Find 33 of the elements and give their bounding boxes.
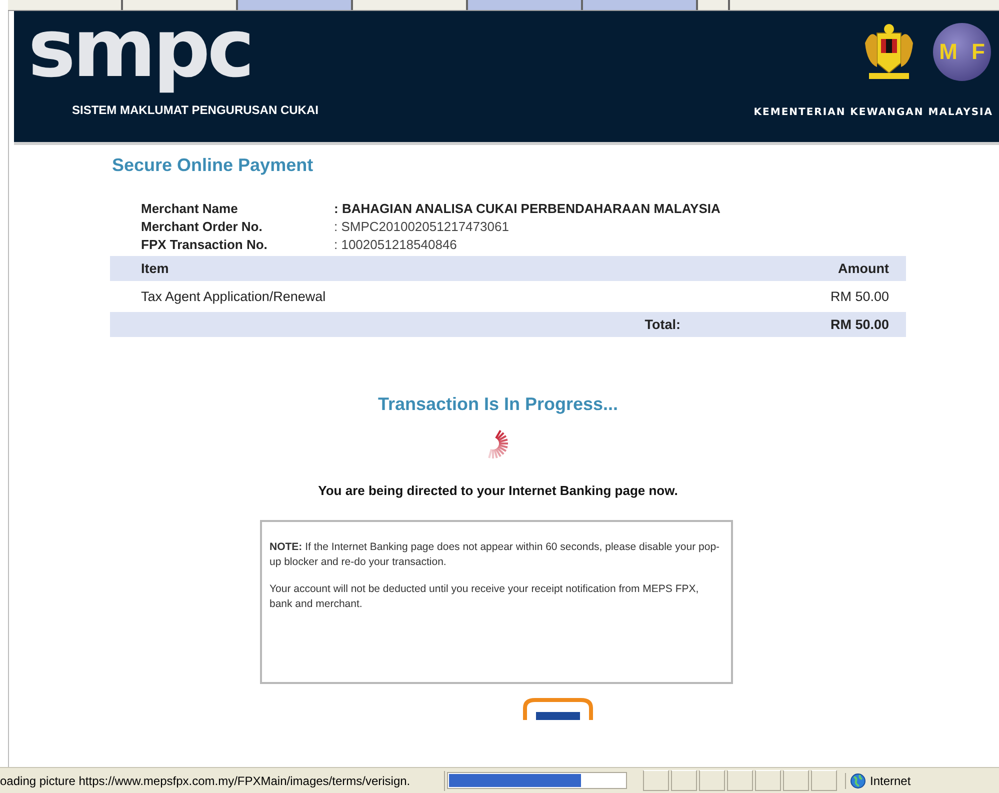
system-name: SISTEM MAKLUMAT PENGURUSAN CUKAI xyxy=(72,103,318,117)
loading-spinner-icon xyxy=(488,429,508,459)
detail-value: : BAHAGIAN ANALISA CUKAI PERBENDAHARAAN MALAYSIA xyxy=(334,201,722,216)
status-pane xyxy=(783,770,809,791)
detail-label: FPX Transaction No. xyxy=(141,237,268,252)
status-pane xyxy=(699,770,725,791)
page-title: Secure Online Payment xyxy=(112,155,314,176)
globe-icon xyxy=(850,772,866,788)
status-pane xyxy=(643,770,669,791)
ministry-logo: M F xyxy=(933,23,991,81)
progress-heading: Transaction Is In Progress... xyxy=(378,394,618,415)
status-text: oading picture https://www.mepsfpx.com.my/FPXMain/images/terms/verisign. xyxy=(0,770,445,790)
zone-label: Internet xyxy=(870,774,911,788)
table-cell: Tax Agent Application/Renewal xyxy=(141,289,326,304)
detail-value: : 1002051218540846 xyxy=(334,237,458,252)
note-text: Your account will not be deducted until you receive your receipt notification from MEPS FPX, bank and merchant. xyxy=(270,582,700,612)
status-pane xyxy=(727,770,753,791)
total-label: Total: xyxy=(644,317,680,332)
status-pane xyxy=(671,770,697,791)
status-pane xyxy=(811,770,837,791)
ministry-name: KEMENTERIAN KEWANGAN MALAYSIA xyxy=(754,107,993,118)
table-cell: RM 50.00 xyxy=(830,289,889,304)
note-text: NOTE: If the Internet Banking page does not appear within 60 seconds, please disable your pop-up blocker and re-do your transaction. xyxy=(270,540,720,570)
detail-value: : SMPC201002051217473061 xyxy=(334,219,510,234)
column-header: Item xyxy=(141,261,169,276)
redirect-message: You are being directed to your Internet Banking page now. xyxy=(318,483,678,498)
column-header: Amount xyxy=(838,261,889,276)
total-amount: RM 50.00 xyxy=(830,317,889,332)
meps-logo-icon xyxy=(522,698,594,720)
detail-label: Merchant Name xyxy=(141,201,239,216)
status-pane xyxy=(755,770,781,791)
detail-label: Merchant Order No. xyxy=(141,219,264,234)
smpc-logo: smpc xyxy=(28,11,253,95)
